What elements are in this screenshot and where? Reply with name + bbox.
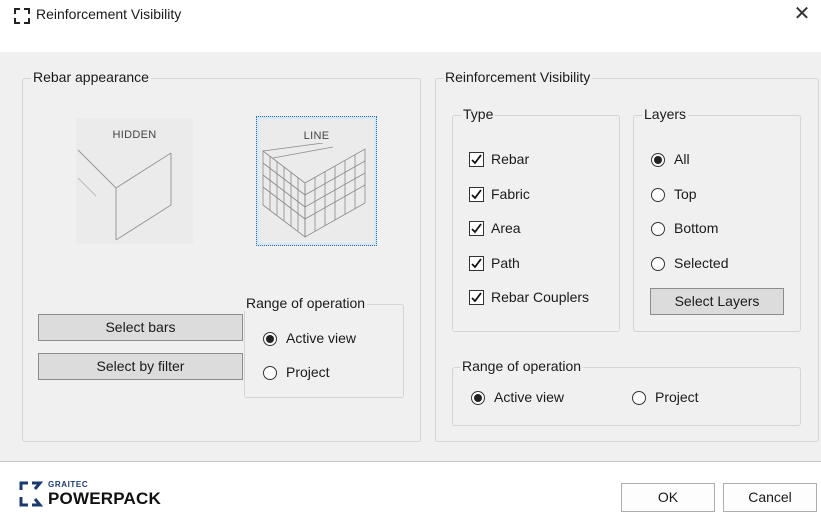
graitec-logo-icon xyxy=(19,481,44,507)
fabric-checkbox-label: Fabric xyxy=(491,186,530,202)
rebar-couplers-checkbox[interactable] xyxy=(469,290,484,305)
type-title: Type xyxy=(461,106,496,122)
checkbox-checked-icon xyxy=(471,292,482,303)
line-thumbnail-label: LINE xyxy=(303,130,330,142)
title-bar: Reinforcement Visibility ✕ xyxy=(0,0,821,32)
logo-graitec-text: GRAITEC xyxy=(48,480,89,489)
hidden-box-icon xyxy=(77,149,172,241)
left-range-title: Range of operation xyxy=(244,295,368,311)
checkbox-checked-icon xyxy=(471,223,482,234)
layers-bottom-label: Bottom xyxy=(674,220,719,236)
right-range-project-radio[interactable] xyxy=(632,391,646,405)
left-range-active-view-label: Active view xyxy=(286,330,357,346)
layers-selected-radio[interactable] xyxy=(651,257,665,271)
layers-top-radio[interactable] xyxy=(651,188,665,202)
path-checkbox[interactable] xyxy=(469,256,484,271)
radio-selected-icon xyxy=(654,156,662,164)
graitec-powerpack-logo: GRAITEC POWERPACK xyxy=(18,477,188,511)
app-bracket-icon xyxy=(14,8,30,24)
select-by-filter-button[interactable]: Select by filter xyxy=(38,353,243,380)
radio-selected-icon xyxy=(474,394,482,402)
right-range-active-view-radio[interactable] xyxy=(471,391,485,405)
radio-selected-icon xyxy=(266,335,274,343)
area-checkbox-label: Area xyxy=(491,220,521,236)
layers-all-radio[interactable] xyxy=(651,153,665,167)
layers-top-label: Top xyxy=(674,186,697,202)
ok-button[interactable]: OK xyxy=(621,483,715,512)
close-icon[interactable]: ✕ xyxy=(789,1,815,27)
fabric-checkbox[interactable] xyxy=(469,187,484,202)
checkbox-checked-icon xyxy=(471,154,482,165)
left-range-active-view-radio[interactable] xyxy=(263,332,277,346)
layers-all-label: All xyxy=(674,151,690,167)
rebar-appearance-title: Rebar appearance xyxy=(31,69,151,85)
hidden-appearance-thumbnail[interactable]: HIDDEN xyxy=(76,118,193,244)
logo-powerpack-text: POWERPACK xyxy=(48,489,161,508)
right-range-active-view-label: Active view xyxy=(494,389,565,405)
path-checkbox-label: Path xyxy=(491,255,520,271)
checkbox-checked-icon xyxy=(471,189,482,200)
select-bars-button[interactable]: Select bars xyxy=(38,314,243,341)
reinforcement-visibility-title: Reinforcement Visibility xyxy=(443,69,593,85)
layers-selected-label: Selected xyxy=(674,255,729,271)
left-range-project-radio[interactable] xyxy=(263,366,277,380)
area-checkbox[interactable] xyxy=(469,221,484,236)
right-range-project-label: Project xyxy=(655,389,699,405)
layers-bottom-radio[interactable] xyxy=(651,222,665,236)
rebar-checkbox[interactable] xyxy=(469,152,484,167)
window-title: Reinforcement Visibility xyxy=(36,6,182,22)
hidden-thumbnail-label: HIDDEN xyxy=(112,129,157,141)
checkbox-checked-icon xyxy=(471,258,482,269)
line-appearance-thumbnail[interactable]: LINE xyxy=(256,116,377,246)
line-rebar-cage-icon xyxy=(262,143,366,238)
rebar-couplers-checkbox-label: Rebar Couplers xyxy=(491,289,590,305)
cancel-button[interactable]: Cancel xyxy=(723,483,817,512)
left-range-of-operation-group: Range of operation xyxy=(244,295,404,398)
rebar-checkbox-label: Rebar xyxy=(491,151,530,167)
layers-title: Layers xyxy=(642,106,689,122)
right-range-title: Range of operation xyxy=(460,358,584,374)
select-layers-button[interactable]: Select Layers xyxy=(650,288,784,315)
left-range-project-label: Project xyxy=(286,364,330,380)
